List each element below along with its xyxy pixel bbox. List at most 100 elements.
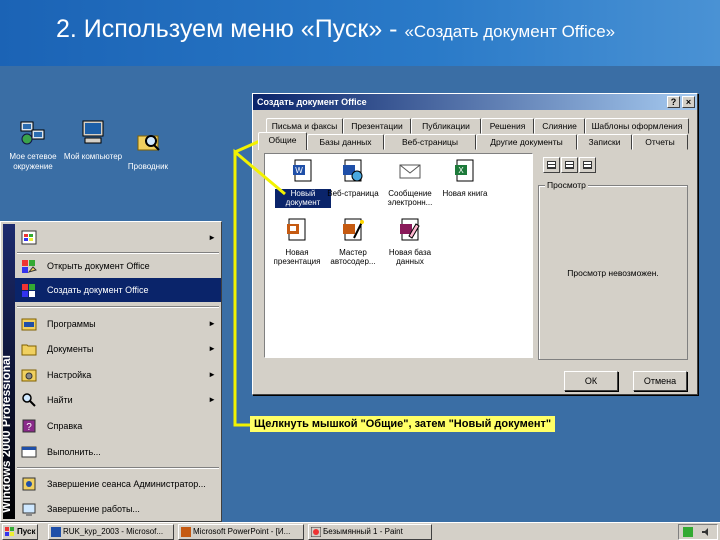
- item-web-page[interactable]: Веб-страница: [325, 159, 381, 198]
- item-new-database[interactable]: Новая база данных: [382, 218, 438, 267]
- item-label: Новый документ: [275, 188, 331, 208]
- tab-design-templates[interactable]: Шаблоны оформления: [585, 118, 689, 134]
- tab-presentations[interactable]: Презентации: [343, 118, 411, 134]
- tab-solutions[interactable]: Решения: [481, 118, 534, 134]
- item-new-workbook[interactable]: X Новая книга: [437, 159, 493, 198]
- desktop-icon-label: Проводник: [127, 162, 169, 171]
- menu-item-open-office-document[interactable]: Открыть документ Office: [15, 254, 221, 278]
- new-office-doc-icon: [22, 284, 35, 297]
- dialog-titlebar[interactable]: Создать документ Office ? ×: [253, 94, 697, 110]
- windows-logo-icon: [5, 527, 14, 536]
- tab-general[interactable]: Общие: [258, 132, 307, 150]
- web-page-icon: [343, 159, 363, 182]
- item-email-message[interactable]: Сообщение электронн...: [382, 159, 438, 208]
- close-button[interactable]: ×: [682, 96, 695, 108]
- item-label: Новая книга: [442, 188, 488, 198]
- tray-icon[interactable]: [683, 527, 693, 537]
- dialog-title: Создать документ Office: [257, 97, 367, 107]
- list-view-button[interactable]: [561, 157, 578, 173]
- help-icon: ?: [22, 419, 36, 433]
- tab-merge[interactable]: Слияние: [534, 118, 585, 134]
- powerpoint-icon: [287, 218, 306, 241]
- computer-icon: [82, 120, 104, 144]
- explorer-icon: [137, 135, 160, 151]
- powerpoint-icon: [181, 527, 191, 537]
- taskbar-task-word[interactable]: RUK_kyp_2003 - Microsof...: [48, 524, 174, 540]
- item-label: Мастер автосодер...: [330, 247, 376, 267]
- item-new-document[interactable]: W Новый документ: [275, 159, 331, 208]
- menu-item-label: Завершение работы...: [47, 504, 140, 514]
- menu-item-windows-update[interactable]: ►: [15, 226, 221, 250]
- menu-item-label: Настройка: [47, 370, 92, 380]
- large-icons-view-button[interactable]: [543, 157, 560, 173]
- taskbar-task-powerpoint[interactable]: Microsoft PowerPoint - [И...: [178, 524, 304, 540]
- create-office-document-dialog: Создать документ Office ? × Письма и фак…: [252, 93, 698, 395]
- tab-publications[interactable]: Публикации: [411, 118, 481, 134]
- submenu-arrow-icon: ►: [208, 370, 216, 379]
- preview-label: Просмотр: [545, 180, 588, 190]
- item-label: Сообщение электронн...: [387, 188, 433, 208]
- excel-icon: X: [455, 159, 474, 182]
- menu-separator: [17, 306, 219, 308]
- programs-icon: [21, 318, 37, 331]
- menu-item-settings[interactable]: Настройка ►: [15, 363, 221, 387]
- taskbar: Пуск RUK_kyp_2003 - Microsof... Microsof…: [0, 522, 720, 540]
- svg-text:?: ?: [26, 422, 32, 433]
- cancel-button[interactable]: Отмена: [633, 371, 687, 391]
- envelope-icon: [399, 164, 421, 179]
- ok-button[interactable]: ОК: [564, 371, 618, 391]
- menu-item-help[interactable]: ? Справка: [15, 414, 221, 438]
- windows-update-icon: [21, 230, 37, 245]
- item-autocontent-wizard[interactable]: Мастер автосодер...: [325, 218, 381, 267]
- volume-icon[interactable]: [701, 527, 711, 537]
- access-icon: [400, 218, 420, 241]
- word-doc-icon: W: [293, 159, 312, 182]
- tab-web-pages[interactable]: Веб-страницы: [384, 134, 476, 150]
- menu-item-shut-down[interactable]: Завершение работы...: [15, 497, 221, 521]
- shutdown-icon: [22, 503, 36, 516]
- menu-separator: [17, 467, 219, 469]
- help-button[interactable]: ?: [667, 96, 680, 108]
- menu-item-log-off[interactable]: Завершение сеанса Администратор...: [15, 472, 221, 496]
- logoff-icon: [22, 477, 36, 491]
- slide-subtitle: «Создать документ Office»: [404, 22, 616, 41]
- svg-text:X: X: [458, 166, 464, 175]
- desktop-icon-computer[interactable]: Мой компьютер: [63, 118, 123, 162]
- desktop-icon-label: Мое сетевое окружение: [9, 152, 57, 171]
- menu-item-label: Создать документ Office: [47, 285, 149, 295]
- menu-item-documents[interactable]: Документы ►: [15, 337, 221, 361]
- menu-item-label: Открыть документ Office: [47, 261, 150, 271]
- network-icon: [20, 121, 45, 145]
- menu-item-label: Документы: [47, 344, 94, 354]
- search-icon: [22, 393, 36, 407]
- start-menu: Windows 2000 Professional ► Открыть доку…: [0, 221, 222, 522]
- menu-item-search[interactable]: Найти ►: [15, 388, 221, 412]
- details-view-button[interactable]: [579, 157, 596, 173]
- menu-item-label: Выполнить...: [47, 447, 101, 457]
- documents-icon: [21, 344, 37, 356]
- documents-list: W Новый документ Веб-страница Сообщение …: [264, 153, 533, 358]
- tab-notes[interactable]: Записки: [577, 134, 632, 150]
- desktop-icon-explorer[interactable]: Проводник: [118, 128, 178, 172]
- preview-text: Просмотр невозможен.: [567, 268, 659, 278]
- desktop-icon-label: Мой компьютер: [63, 152, 123, 161]
- tab-reports[interactable]: Отчеты: [632, 134, 688, 150]
- tab-databases[interactable]: Базы данных: [307, 134, 384, 150]
- windows-banner: Windows 2000 Professional: [3, 224, 15, 519]
- menu-item-programs[interactable]: Программы ►: [15, 312, 221, 336]
- settings-icon: [21, 369, 37, 382]
- open-office-doc-icon: [22, 260, 37, 273]
- menu-item-label: Завершение сеанса Администратор...: [47, 479, 206, 489]
- instruction-callout: Щелкнуть мышкой "Общие", затем "Новый до…: [250, 416, 556, 432]
- slide-title: 2. Используем меню «Пуск» - «Создать док…: [56, 15, 616, 43]
- menu-item-create-office-document[interactable]: Создать документ Office: [15, 278, 221, 302]
- word-icon: [51, 527, 61, 537]
- submenu-arrow-icon: ►: [208, 233, 216, 242]
- item-new-presentation[interactable]: Новая презентация: [269, 218, 325, 267]
- tab-other-documents[interactable]: Другие документы: [476, 134, 577, 150]
- start-button[interactable]: Пуск: [2, 524, 38, 540]
- paint-icon: [311, 527, 321, 537]
- menu-item-run[interactable]: Выполнить...: [15, 440, 221, 464]
- desktop-icon-network[interactable]: Мое сетевое окружение: [3, 118, 63, 172]
- taskbar-task-paint[interactable]: Безымянный 1 - Paint: [308, 524, 432, 540]
